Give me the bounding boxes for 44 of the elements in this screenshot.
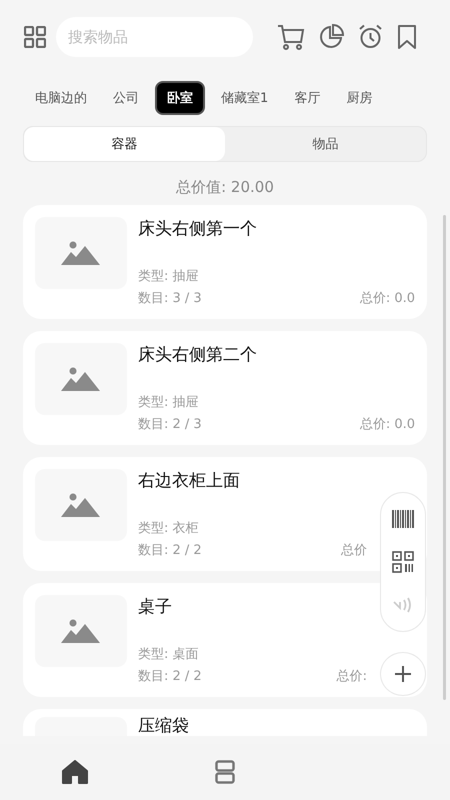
plus-icon <box>394 665 412 683</box>
item-count: 数目: 2 / 2 <box>138 668 202 685</box>
container-name: 右边衣柜上面 <box>138 470 240 492</box>
container-card[interactable]: 桌子 类型: 桌面 数目: 2 / 2 总价: <box>23 583 427 697</box>
item-count: 数目: 3 / 3 <box>138 290 202 307</box>
container-type: 类型: 桌面 <box>138 646 199 663</box>
image-placeholder-icon <box>61 367 101 391</box>
alarm-clock-icon[interactable] <box>358 24 383 49</box>
barcode-icon[interactable] <box>392 510 414 528</box>
container-name: 床头右侧第一个 <box>138 218 257 240</box>
room-tab[interactable]: 储藏室1 <box>211 83 278 113</box>
container-name: 压缩袋 <box>138 717 189 736</box>
room-tab[interactable]: 卧室 <box>155 81 205 115</box>
room-tab[interactable]: 厨房 <box>336 83 382 113</box>
segment-tab[interactable]: 容器 <box>24 127 225 161</box>
container-type: 类型: 衣柜 <box>138 520 199 537</box>
qr-code-icon[interactable] <box>392 550 414 573</box>
room-tab[interactable]: 电脑边的 <box>25 83 97 113</box>
container-type: 类型: 抽屉 <box>138 268 199 285</box>
container-card[interactable]: 压缩袋 <box>23 709 427 736</box>
total-price: 总价 <box>341 542 367 559</box>
image-placeholder-icon <box>61 241 101 265</box>
search-field[interactable]: 搜索物品 <box>56 17 253 57</box>
room-tab[interactable]: 客厅 <box>284 83 330 113</box>
container-card[interactable]: 床头右侧第一个 类型: 抽屉 数目: 3 / 3 总价: 0.0 <box>23 205 427 319</box>
grid-menu-icon[interactable] <box>24 26 46 48</box>
container-card[interactable]: 右边衣柜上面 类型: 衣柜 数目: 2 / 2 总价 <box>23 457 427 571</box>
container-name: 桌子 <box>138 596 172 618</box>
item-count: 数目: 2 / 3 <box>138 416 202 433</box>
container-name: 床头右侧第二个 <box>138 344 257 366</box>
total-price: 总价: 0.0 <box>360 290 415 307</box>
container-type: 类型: 抽屉 <box>138 394 199 411</box>
container-card[interactable]: 床头右侧第二个 类型: 抽屉 数目: 2 / 3 总价: 0.0 <box>23 331 427 445</box>
total-value: 总价值: 20.00 <box>175 178 275 197</box>
total-price: 总价: 0.0 <box>360 416 415 433</box>
segment-tab[interactable]: 物品 <box>225 127 426 161</box>
pie-chart-icon[interactable] <box>319 24 344 49</box>
image-placeholder-icon <box>61 493 101 517</box>
room-tab[interactable]: 公司 <box>103 83 149 113</box>
bookmark-icon[interactable] <box>397 24 417 50</box>
cart-icon[interactable] <box>277 24 305 50</box>
image-placeholder-icon <box>61 619 101 643</box>
item-count: 数目: 2 / 2 <box>138 542 202 559</box>
total-price: 总价: <box>336 668 367 685</box>
